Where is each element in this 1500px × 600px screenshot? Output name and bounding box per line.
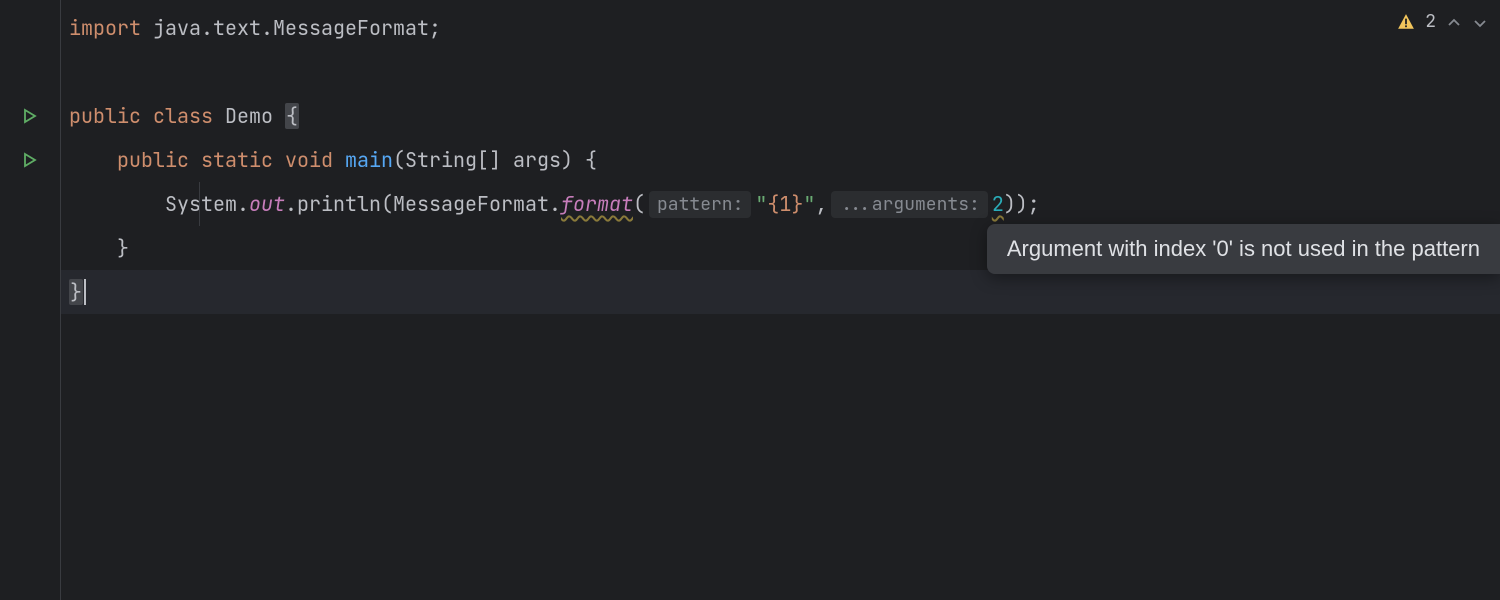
code-line[interactable]: public class Demo { <box>61 94 1500 138</box>
indent <box>69 147 117 173</box>
run-icon[interactable] <box>22 152 38 168</box>
code-editor[interactable]: 2 import java.text.MessageFormat; public… <box>0 0 1500 600</box>
code-line-current[interactable]: } <box>61 270 1500 314</box>
tooltip-text: Argument with index '0' is not used in t… <box>1007 236 1480 261</box>
comma: , <box>815 191 827 217</box>
indent <box>69 191 165 217</box>
keyword: public <box>117 147 189 173</box>
keyword: void <box>285 147 333 173</box>
paren-open: ( <box>393 147 405 173</box>
gutter-row <box>0 270 60 314</box>
brace-close: } <box>117 235 129 261</box>
string-open: " <box>755 191 767 217</box>
params: String[] args <box>405 147 561 173</box>
method-name: main <box>345 147 393 173</box>
keyword: public <box>69 103 141 129</box>
gutter-row[interactable] <box>0 138 60 182</box>
class-ref: MessageFormat. <box>393 191 561 217</box>
gutter-row <box>0 182 60 226</box>
field: out <box>249 191 285 217</box>
inspection-tooltip: Argument with index '0' is not used in t… <box>987 224 1500 274</box>
number-warning: 2 <box>992 191 1004 217</box>
param-hint: pattern: <box>649 191 751 218</box>
paren-open: ( <box>633 191 645 217</box>
paren-close: )); <box>1004 191 1040 217</box>
code-line[interactable]: public static void main(String[] args) { <box>61 138 1500 182</box>
brace-close: } <box>69 279 83 305</box>
keyword: class <box>153 103 213 129</box>
gutter-row[interactable] <box>0 94 60 138</box>
brace-open: { <box>285 103 299 129</box>
gutter-row <box>0 6 60 50</box>
keyword: import <box>69 15 141 41</box>
text-caret <box>84 279 86 305</box>
code-line[interactable]: import java.text.MessageFormat; <box>61 6 1500 50</box>
method-call: .println( <box>285 191 393 217</box>
code-area[interactable]: 2 import java.text.MessageFormat; public… <box>60 0 1500 600</box>
paren-close: ) <box>561 147 573 173</box>
editor-gutter <box>0 0 60 600</box>
code-line[interactable]: System.out.println(MessageFormat.format(… <box>61 182 1500 226</box>
indent <box>69 235 117 261</box>
code-line-blank[interactable] <box>61 50 1500 94</box>
param-hint: ...arguments: <box>831 191 987 218</box>
string-placeholder: {1} <box>767 191 803 217</box>
gutter-row <box>0 226 60 270</box>
gutter-row <box>0 50 60 94</box>
identifier: System. <box>165 191 249 217</box>
string-close: " <box>803 191 815 217</box>
brace-open: { <box>573 147 597 173</box>
import-path: java.text.MessageFormat; <box>141 15 441 41</box>
method-call-warning: format <box>561 191 633 217</box>
run-icon[interactable] <box>22 108 38 124</box>
class-name: Demo <box>225 103 273 129</box>
keyword: static <box>201 147 273 173</box>
